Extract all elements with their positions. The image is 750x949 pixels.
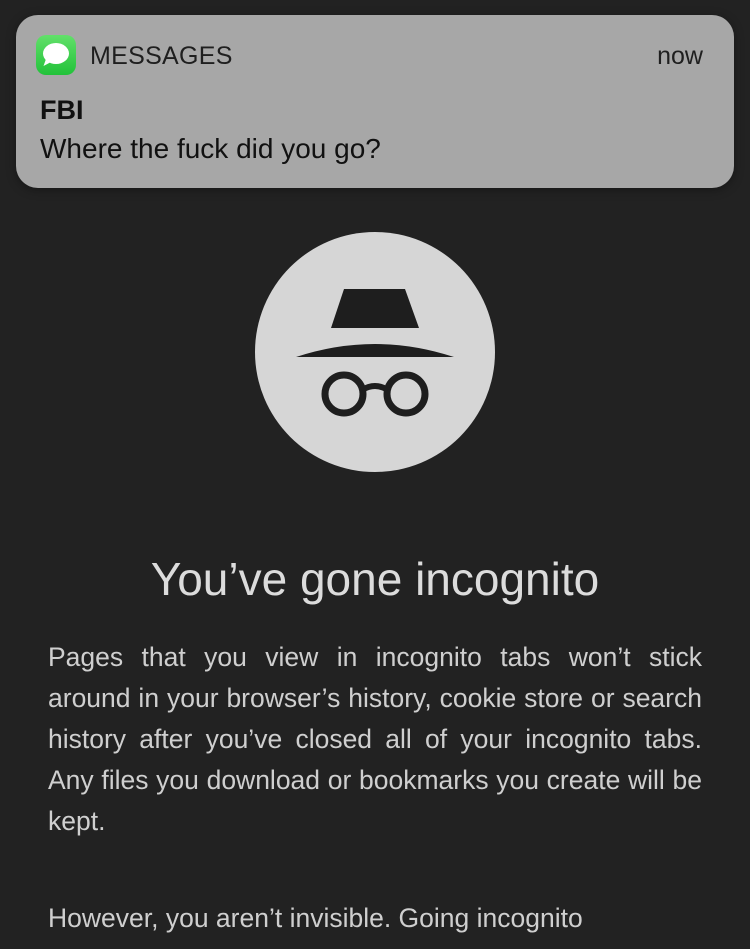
notification-time: now bbox=[657, 42, 703, 70]
notification-message: Where the fuck did you go? bbox=[40, 133, 381, 164]
glasses-right-lens bbox=[383, 371, 429, 417]
messages-app-icon bbox=[36, 35, 76, 75]
message-notification[interactable]: MESSAGES now FBI Where the fuck did you … bbox=[16, 15, 734, 188]
incognito-heading: You’ve gone incognito bbox=[150, 552, 600, 605]
incognito-warning: However, you aren’t invisible. Going inc… bbox=[48, 903, 583, 933]
notification-sender: FBI bbox=[40, 95, 84, 125]
incognito-description: Pages that you view in incognito tabs wo… bbox=[48, 642, 702, 836]
hat-crown bbox=[331, 289, 419, 328]
glasses-bridge bbox=[360, 383, 390, 393]
glasses-left-lens bbox=[321, 371, 367, 417]
hat-brim bbox=[296, 344, 454, 357]
notification-app-name: MESSAGES bbox=[90, 42, 233, 70]
incognito-icon bbox=[255, 232, 495, 472]
